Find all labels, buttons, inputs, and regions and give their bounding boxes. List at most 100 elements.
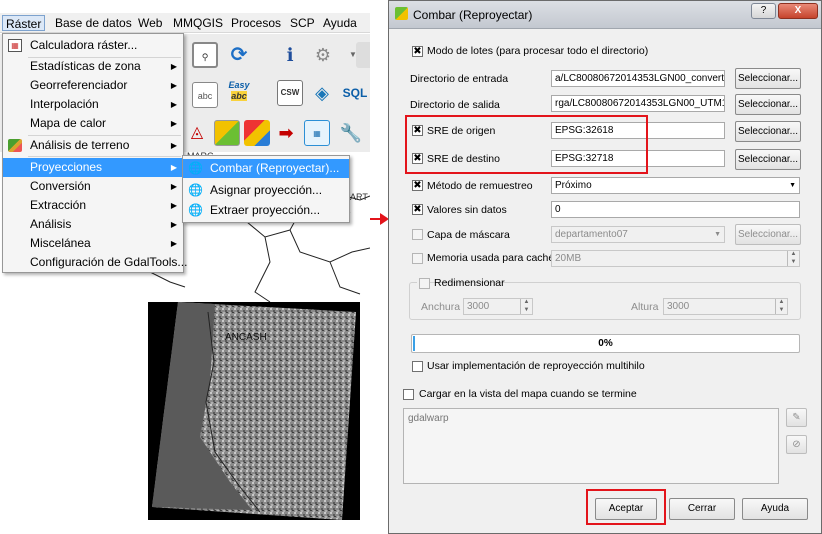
menu-item-terrain-analysis[interactable]: Análisis de terreno ▶ <box>3 136 183 155</box>
assign-projection-icon: 🌐 <box>188 183 203 197</box>
submenu-arrow-icon: ▶ <box>170 182 177 191</box>
warp-dialog: Combar (Reproyectar) ? X ✖ Modo de lotes… <box>388 0 822 534</box>
menu-item-gdaltools-config[interactable]: Configuración de GdalTools... <box>3 253 187 272</box>
help-window-button[interactable]: ? <box>751 3 776 19</box>
submenu-arrow-icon: ▶ <box>170 141 177 150</box>
menu-item-extract-projection[interactable]: 🌐 Extraer proyección... <box>183 201 349 220</box>
easy-abc-icon[interactable]: Easy abc <box>226 78 252 104</box>
resampling-select[interactable]: Próximo ▼ <box>551 177 800 194</box>
menu-database[interactable]: Base de datos <box>52 15 135 31</box>
stepper-icon: ▲ ▼ <box>520 299 532 314</box>
calculator-grid-icon[interactable]: ▦ <box>304 120 330 146</box>
menu-item-miscellaneous[interactable]: Miscelánea ▶ <box>3 234 183 253</box>
width-label: Anchura <box>421 301 461 313</box>
resampling-label: Método de remuestreo <box>427 180 533 192</box>
input-dir-label: Directorio de entrada <box>410 73 509 85</box>
identify-icon[interactable]: ℹ <box>277 42 303 68</box>
dialog-titlebar: Combar (Reproyectar) ? X <box>389 1 821 29</box>
menu-item-assign-projection[interactable]: 🌐 Asignar proyección... <box>183 181 349 200</box>
raster-tool-b-icon[interactable] <box>244 120 270 146</box>
raster-tool-c-icon[interactable]: ➡ <box>273 120 299 146</box>
qgis-logo-icon <box>395 7 408 20</box>
map-label-ancash: ANCASH <box>225 332 267 343</box>
select-input-dir-button[interactable]: Seleccionar... <box>735 68 801 89</box>
menu-item-georeferencer[interactable]: Georreferenciador ▶ <box>3 76 183 95</box>
refresh-icon[interactable]: ⟳ <box>226 42 252 68</box>
menu-item-zonal-stats[interactable]: Estadísticas de zona ▶ <box>3 57 183 76</box>
menu-scp[interactable]: SCP <box>287 15 318 31</box>
batch-mode-checkbox[interactable]: ✖ <box>412 46 423 57</box>
load-checkbox[interactable] <box>403 389 414 400</box>
select-target-srs-button[interactable]: Seleccionar... <box>735 149 801 170</box>
progress-bar: 0% <box>411 334 800 353</box>
settings-icon[interactable]: ⚙ <box>310 42 336 68</box>
nodata-field[interactable]: 0 <box>551 201 800 218</box>
map-label-partial-2: ART <box>350 192 368 202</box>
menu-mmqgis[interactable]: MMQGIS <box>170 15 226 31</box>
select-source-srs-button[interactable]: Seleccionar... <box>735 121 801 142</box>
csw-icon[interactable]: CSW <box>277 80 303 106</box>
submenu-arrow-icon: ▶ <box>170 100 177 109</box>
resize-label: Redimensionar <box>434 277 505 289</box>
menu-bar: Ráster Base de datos Web MMQGIS Procesos… <box>0 13 370 33</box>
close-button[interactable]: Cerrar <box>669 498 735 520</box>
cache-value: 20MB <box>555 253 582 264</box>
label-abc-icon[interactable]: abc <box>192 82 218 108</box>
height-value: 3000 <box>667 301 690 312</box>
menu-processes[interactable]: Procesos <box>228 15 284 31</box>
menu-raster[interactable]: Ráster <box>2 15 46 31</box>
screenshot-root: Ráster Base de datos Web MMQGIS Procesos… <box>0 0 822 534</box>
command-textarea[interactable]: gdalwarp <box>403 408 779 484</box>
help-button[interactable]: Ayuda <box>742 498 808 520</box>
pencil-icon: ✎ <box>792 412 801 423</box>
progress-text: 0% <box>598 338 613 349</box>
menu-item-conversion[interactable]: Conversión ▶ <box>3 177 183 196</box>
cache-field[interactable]: 20MB ▲ ▼ <box>551 250 800 267</box>
submenu-arrow-icon: ▶ <box>170 239 177 248</box>
menu-item-analysis[interactable]: Análisis ▶ <box>3 215 183 234</box>
mask-checkbox[interactable] <box>412 229 423 240</box>
select-mask-button[interactable]: Seleccionar... <box>735 224 801 245</box>
output-dir-label: Directorio de salida <box>410 99 500 111</box>
menu-web[interactable]: Web <box>135 15 165 31</box>
width-field[interactable]: 3000 ▲ ▼ <box>463 298 533 315</box>
tool-partial-icon[interactable] <box>356 42 370 68</box>
mask-label: Capa de máscara <box>427 229 510 241</box>
layers-icon[interactable]: ◈ <box>309 80 335 106</box>
resize-checkbox[interactable] <box>419 278 430 289</box>
terrain-icon <box>8 139 22 152</box>
mask-selected-value: departamento07 <box>555 229 628 240</box>
resampling-checkbox[interactable]: ✖ <box>412 180 423 191</box>
menu-item-raster-calculator[interactable]: ▦ Calculadora ráster... <box>3 36 183 55</box>
wrench-icon[interactable]: 🔧 <box>338 120 364 146</box>
menu-help[interactable]: Ayuda <box>320 15 360 31</box>
annotation-box-srs <box>405 115 648 174</box>
output-dir-field[interactable]: rga/LC80080672014353LGN00_UTM18S <box>551 95 725 112</box>
reset-command-button[interactable]: ⊘ <box>786 435 807 454</box>
mask-select[interactable]: departamento07 ▼ <box>551 226 725 243</box>
sql-icon[interactable]: SQL <box>342 80 368 106</box>
menu-item-interpolation[interactable]: Interpolación ▶ <box>3 95 183 114</box>
menu-item-extraction[interactable]: Extracción ▶ <box>3 196 183 215</box>
edit-command-button[interactable]: ✎ <box>786 408 807 427</box>
chevron-down-icon: ▼ <box>714 231 721 238</box>
menu-item-heatmap[interactable]: Mapa de calor ▶ <box>3 114 183 133</box>
submenu-arrow-icon: ▶ <box>170 119 177 128</box>
menu-item-warp[interactable]: 🌐 Combar (Reproyectar)... <box>183 159 349 178</box>
close-window-button[interactable]: X <box>778 3 818 19</box>
raster-tool-a-icon[interactable] <box>214 120 240 146</box>
calculator-icon: ▦ <box>8 39 22 52</box>
submenu-arrow-icon: ▶ <box>170 163 177 172</box>
input-dir-field[interactable]: a/LC80080672014353LGN00_converted <box>551 70 725 87</box>
select-output-dir-button[interactable]: Seleccionar... <box>735 94 801 115</box>
submenu-arrow-icon: ▶ <box>170 62 177 71</box>
triangle-raster-icon[interactable]: ◬ <box>184 120 210 146</box>
menu-item-projections[interactable]: Proyecciones ▶ <box>3 158 183 177</box>
cache-checkbox[interactable] <box>412 253 423 264</box>
nodata-checkbox[interactable]: ✖ <box>412 204 423 215</box>
cache-label: Memoria usada para caché <box>427 252 555 264</box>
height-field[interactable]: 3000 ▲ ▼ <box>663 298 788 315</box>
zoom-icon[interactable]: ⚲ <box>192 42 218 68</box>
multithread-checkbox[interactable] <box>412 361 423 372</box>
submenu-arrow-icon: ▶ <box>170 220 177 229</box>
